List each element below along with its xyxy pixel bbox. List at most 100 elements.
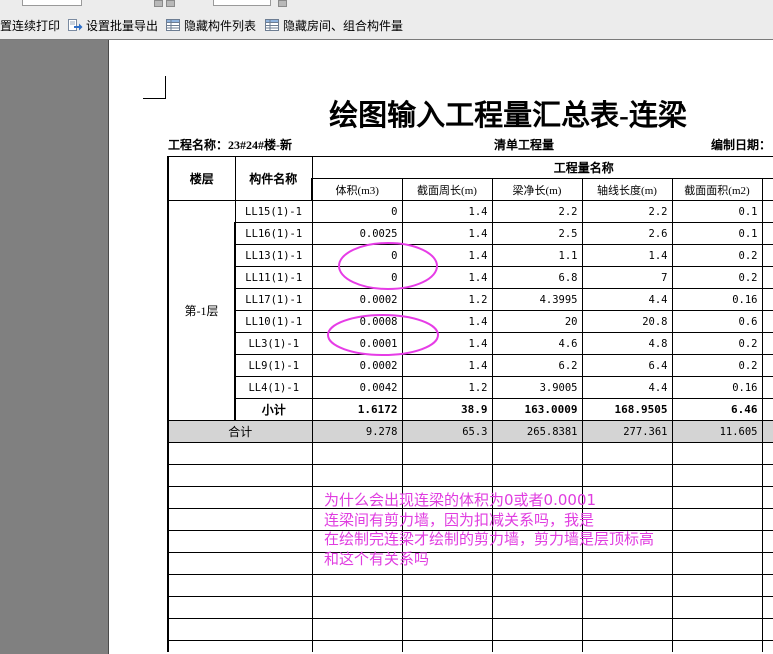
empty-cell	[491, 640, 583, 652]
hide-room-group-quantity-button[interactable]: 隐藏房间、组合构件量	[264, 11, 403, 39]
empty-cell	[311, 464, 403, 487]
cut-column-cell	[761, 398, 773, 421]
header-section-perimeter: 截面周长(m)	[401, 178, 493, 201]
cut-column-cell	[761, 354, 773, 377]
cut-column-cell	[761, 596, 773, 619]
empty-cell	[491, 464, 583, 487]
quantity-summary-table: 楼层 构件名称 工程量名称 体积(m3) 截面周长(m) 梁净长(m) 轴线长度…	[167, 156, 773, 652]
top-toolbar-input[interactable]	[213, 0, 271, 6]
subtotal-row: 小计 1.6172 38.9 163.0009 168.9505 6.46	[168, 398, 773, 421]
subtotal-volume: 1.6172	[311, 398, 403, 421]
annotation-line: 在绘制完连梁才绘制的剪力墙，剪力墙是层顶标高	[324, 530, 655, 548]
empty-cell	[491, 574, 583, 597]
empty-row	[167, 596, 773, 619]
cut-column-header	[761, 178, 773, 201]
top-toolbar-checkbox[interactable]	[278, 0, 287, 7]
component-name-cell: LL4(1)-1	[234, 376, 313, 399]
volume-cell: 0.0002	[311, 354, 403, 377]
component-name-cell: LL15(1)-1	[234, 200, 313, 223]
empty-cell	[581, 618, 673, 641]
export-icon	[67, 17, 83, 33]
quantity-type: 清单工程量	[494, 138, 555, 152]
component-name-cell: LL16(1)-1	[234, 222, 313, 245]
empty-cell	[671, 574, 763, 597]
volume-cell: 0	[311, 200, 403, 223]
total-label: 合计	[167, 420, 313, 443]
empty-cell	[167, 486, 313, 509]
empty-cell	[581, 640, 673, 652]
empty-cell	[167, 552, 313, 575]
print-preview-page: 绘图输入工程量汇总表-连梁 工程名称：23#24#楼-新 清单工程量 编制日期：…	[108, 40, 773, 654]
net-length-cell: 20	[491, 310, 583, 333]
batch-export-button[interactable]: 设置批量导出	[67, 11, 158, 39]
section-perimeter-cell: 1.4	[401, 200, 493, 223]
empty-cell	[167, 640, 313, 652]
toolbar-label: 置连续打印	[0, 18, 61, 33]
axis-length-cell: 1.4	[581, 244, 673, 267]
cut-column-cell	[761, 618, 773, 641]
annotation-line: 连梁间有剪力墙，因为扣减关系吗，我是	[324, 510, 595, 529]
axis-length-cell: 6.4	[581, 354, 673, 377]
empty-cell	[581, 596, 673, 619]
header-net-length: 梁净长(m)	[491, 178, 583, 201]
empty-row	[167, 618, 773, 641]
volume-cell: 0.0008	[311, 310, 403, 333]
empty-cell	[167, 442, 313, 465]
annotation-text: 为什么会出现连梁的体积为0或者0.0001 连梁间有剪力墙，因为扣减关系吗，我是…	[324, 491, 764, 569]
header-volume: 体积(m3)	[311, 178, 403, 201]
empty-cell	[311, 618, 403, 641]
total-volume: 9.278	[311, 420, 403, 443]
net-length-cell: 3.9005	[491, 376, 583, 399]
top-toolbar-icon[interactable]	[154, 0, 163, 7]
subtotal-section-perimeter: 38.9	[401, 398, 493, 421]
empty-cell	[491, 618, 583, 641]
hide-component-list-button[interactable]: 隐藏构件列表	[165, 11, 256, 39]
empty-row	[167, 442, 773, 465]
table-row: LL3(1)-1 0.0001 1.4 4.6 4.8 0.2	[168, 332, 773, 355]
continuous-print-button[interactable]: 置连续打印	[0, 11, 60, 39]
empty-row	[167, 640, 773, 652]
section-area-cell: 0.1	[671, 222, 763, 245]
header-section-area: 截面面积(m2)	[671, 178, 763, 201]
section-area-cell: 0.1	[671, 200, 763, 223]
crop-mark	[143, 98, 166, 99]
section-perimeter-cell: 1.4	[401, 222, 493, 245]
section-perimeter-cell: 1.2	[401, 288, 493, 311]
table-row: LL4(1)-1 0.0042 1.2 3.9005 4.4 0.16	[168, 376, 773, 399]
report-title: 绘图输入工程量汇总表-连梁	[329, 100, 687, 132]
section-perimeter-cell: 1.4	[401, 310, 493, 333]
total-axis-length: 277.361	[581, 420, 673, 443]
empty-cell	[311, 640, 403, 652]
top-toolbar-input[interactable]	[22, 0, 82, 6]
empty-cell	[581, 442, 673, 465]
empty-cell	[167, 508, 313, 531]
toolbar-label: 隐藏构件列表	[184, 18, 257, 33]
empty-cell	[671, 596, 763, 619]
empty-cell	[401, 618, 493, 641]
table-row: LL9(1)-1 0.0002 1.4 6.2 6.4 0.2	[168, 354, 773, 377]
axis-length-cell: 4.8	[581, 332, 673, 355]
header-floor: 楼层	[167, 156, 236, 201]
section-perimeter-cell: 1.4	[401, 244, 493, 267]
empty-cell	[671, 618, 763, 641]
table-row: LL13(1)-1 0 1.4 1.1 1.4 0.2	[168, 244, 773, 267]
table-row: LL17(1)-1 0.0002 1.2 4.3995 4.4 0.16	[168, 288, 773, 311]
net-length-cell: 6.8	[491, 266, 583, 289]
axis-length-cell: 20.8	[581, 310, 673, 333]
cut-column-cell	[761, 640, 773, 652]
cut-column-cell	[761, 574, 773, 597]
table-row: 第-1层 LL15(1)-1 0 1.4 2.2 2.2 0.1	[167, 200, 773, 421]
empty-cell	[167, 530, 313, 553]
empty-cell	[671, 442, 763, 465]
section-perimeter-cell: 1.4	[401, 332, 493, 355]
section-area-cell: 0.2	[671, 266, 763, 289]
top-toolbar-icon[interactable]	[166, 0, 175, 7]
net-length-cell: 4.3995	[491, 288, 583, 311]
empty-row	[167, 574, 773, 597]
cut-column-cell	[761, 442, 773, 465]
annotation-line: 和这个有关系吗	[324, 549, 430, 568]
total-row: 合计 9.278 65.3 265.8381 277.361 11.605	[167, 420, 773, 443]
component-name-cell: LL10(1)-1	[234, 310, 313, 333]
section-area-cell: 0.16	[671, 376, 763, 399]
cut-column-cell	[761, 310, 773, 333]
